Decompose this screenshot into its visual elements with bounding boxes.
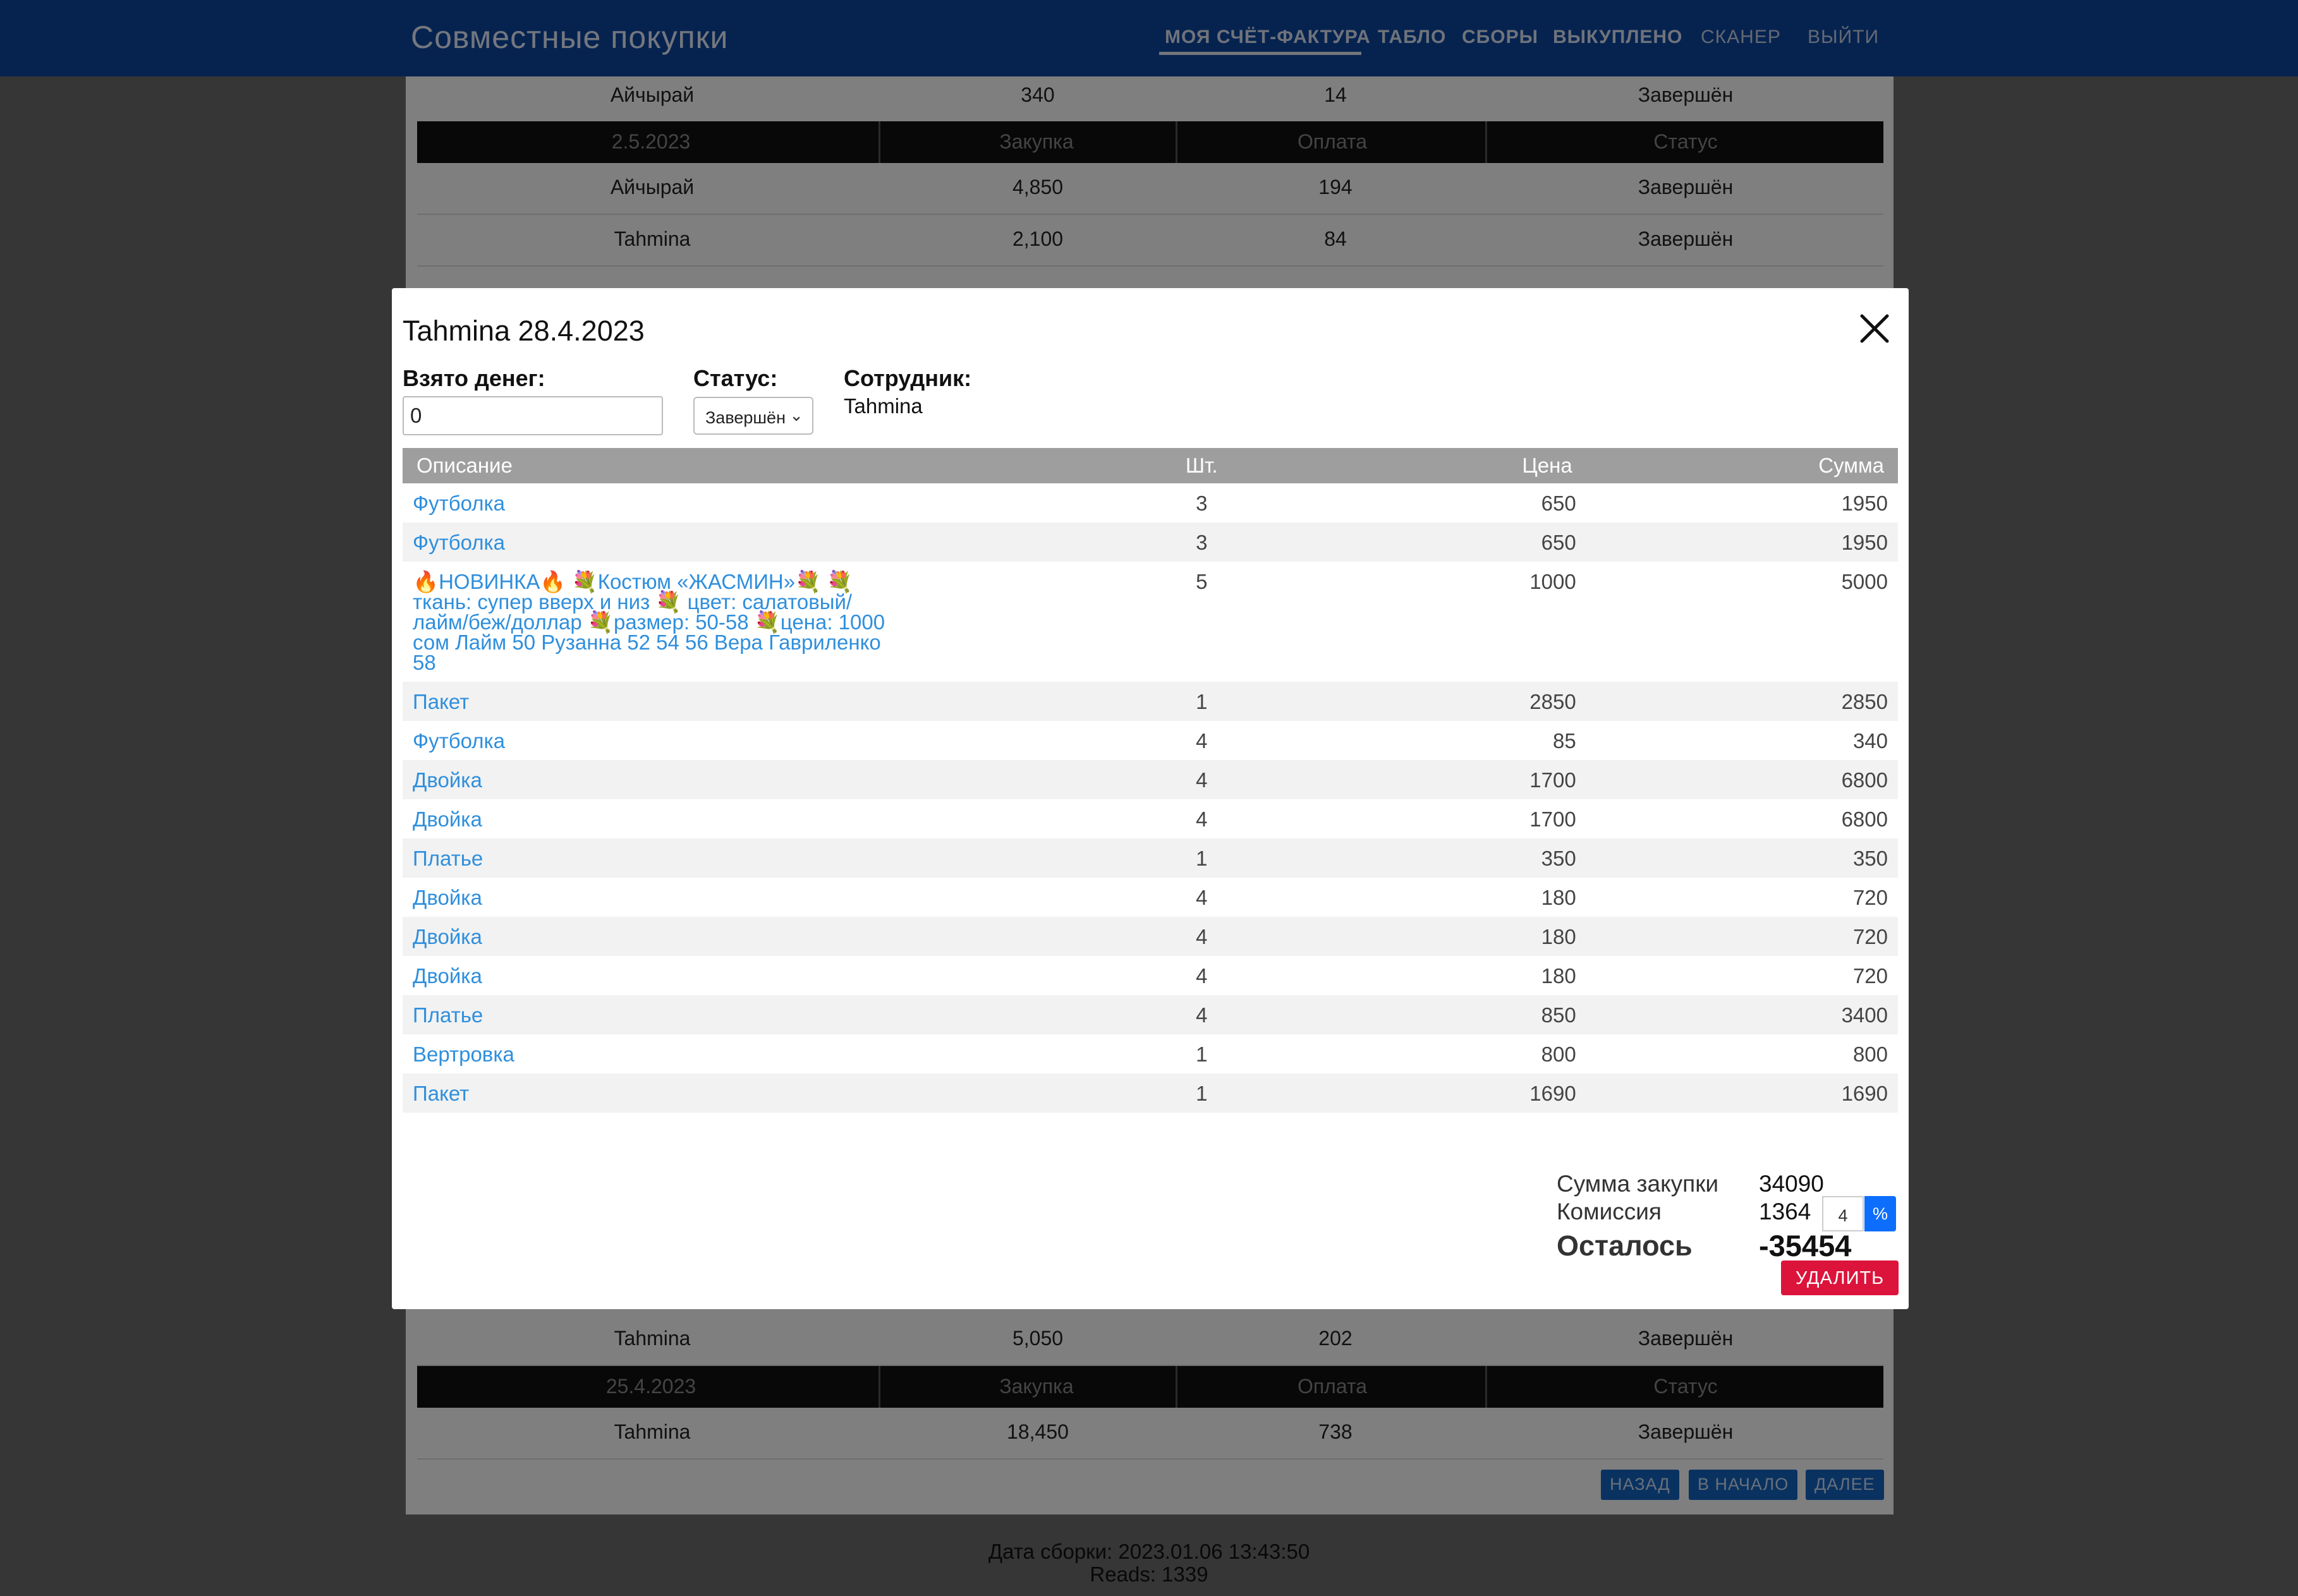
item-qty: 4 — [1196, 1003, 1208, 1027]
item-qty: 4 — [1196, 729, 1208, 753]
item-sum: 1690 — [1841, 1082, 1888, 1105]
item-qty: 4 — [1196, 768, 1208, 792]
status-select[interactable]: Завершён ⌄ — [693, 397, 813, 435]
status-label: Статус: — [693, 365, 778, 391]
purchase-sum-label: Сумма закупки — [1557, 1171, 1719, 1197]
table-row: Футболка 4 85 340 — [403, 721, 1898, 760]
commission-label: Комиссия — [1557, 1199, 1662, 1224]
item-sum: 720 — [1852, 964, 1888, 988]
item-qty: 1 — [1196, 847, 1208, 870]
item-link[interactable]: Вертровка — [403, 1034, 1108, 1073]
table-row: Платье 1 350 350 — [403, 838, 1898, 878]
item-sum: 350 — [1852, 847, 1888, 870]
commission-percent-input[interactable]: 4 — [1822, 1196, 1864, 1231]
item-qty: 3 — [1196, 492, 1208, 515]
item-sum: 5000 — [1841, 570, 1888, 593]
item-qty: 4 — [1196, 925, 1208, 948]
item-price: 180 — [1541, 886, 1576, 909]
item-qty: 1 — [1196, 1043, 1208, 1066]
item-qty: 3 — [1196, 531, 1208, 554]
remaining-value: -35454 — [1759, 1229, 1852, 1262]
commission-value: 1364 — [1759, 1199, 1811, 1224]
employee-name: Tahmina — [844, 394, 923, 418]
item-qty: 4 — [1196, 807, 1208, 831]
item-qty: 4 — [1196, 886, 1208, 909]
item-price: 850 — [1541, 1003, 1576, 1027]
items-table: Описание Шт. Цена Сумма Футболка 3 650 1… — [403, 448, 1898, 1113]
item-sum: 340 — [1852, 729, 1888, 753]
col-price[interactable]: Цена — [1295, 448, 1586, 483]
item-sum: 2850 — [1841, 690, 1888, 713]
item-price: 85 — [1552, 729, 1576, 753]
item-link[interactable]: Двойка — [403, 917, 1108, 956]
col-quantity[interactable]: Шт. — [1108, 448, 1295, 483]
item-qty: 5 — [1196, 570, 1208, 593]
table-row: Двойка 4 180 720 — [403, 956, 1898, 995]
table-row: Двойка 4 180 720 — [403, 878, 1898, 917]
item-sum: 6800 — [1841, 768, 1888, 792]
chevron-down-icon: ⌄ — [789, 406, 803, 425]
item-link[interactable]: Двойка — [403, 760, 1108, 799]
percent-button[interactable]: % — [1864, 1196, 1896, 1231]
table-row: Футболка 3 650 1950 — [403, 523, 1898, 562]
delete-button[interactable]: УДАЛИТЬ — [1781, 1260, 1899, 1295]
employee-label: Сотрудник: — [844, 365, 972, 391]
item-link[interactable]: Двойка — [403, 878, 1108, 917]
item-link[interactable]: Платье — [403, 995, 1108, 1034]
item-sum: 6800 — [1841, 807, 1888, 831]
table-row: Двойка 4 180 720 — [403, 917, 1898, 956]
invoice-modal: Tahmina 28.4.2023 Взято денег: Статус: З… — [392, 288, 1909, 1309]
table-row: Двойка 4 1700 6800 — [403, 760, 1898, 799]
modal-title: Tahmina 28.4.2023 — [403, 315, 645, 347]
item-price: 800 — [1541, 1043, 1576, 1066]
status-select-value: Завершён — [705, 408, 786, 427]
item-price: 2850 — [1529, 690, 1576, 713]
item-link[interactable]: Пакет — [403, 1073, 1108, 1113]
table-row: Двойка 4 1700 6800 — [403, 799, 1898, 838]
item-price: 650 — [1541, 531, 1576, 554]
item-price: 1000 — [1529, 570, 1576, 593]
item-price: 650 — [1541, 492, 1576, 515]
close-icon[interactable] — [1857, 311, 1892, 346]
item-link[interactable]: Пакет — [403, 682, 1108, 721]
money-label: Взято денег: — [403, 365, 545, 391]
table-row: 🔥НОВИНКА🔥 💐Костюм «ЖАСМИН»💐 💐ткань: супе… — [403, 562, 1898, 682]
item-price: 180 — [1541, 925, 1576, 948]
item-price: 350 — [1541, 847, 1576, 870]
item-link[interactable]: Платье — [403, 838, 1108, 878]
item-link[interactable]: Футболка — [403, 483, 1108, 523]
item-link[interactable]: Двойка — [403, 956, 1108, 995]
item-sum: 3400 — [1841, 1003, 1888, 1027]
item-price: 1700 — [1529, 768, 1576, 792]
remaining-label: Осталось — [1557, 1230, 1693, 1262]
item-sum: 1950 — [1841, 531, 1888, 554]
item-link[interactable]: Футболка — [403, 721, 1108, 760]
table-row: Пакет 1 2850 2850 — [403, 682, 1898, 721]
table-row: Платье 4 850 3400 — [403, 995, 1898, 1034]
item-price: 1690 — [1529, 1082, 1576, 1105]
item-sum: 720 — [1852, 925, 1888, 948]
item-link[interactable]: Футболка — [403, 523, 1108, 562]
item-sum: 1950 — [1841, 492, 1888, 515]
item-link[interactable]: 🔥НОВИНКА🔥 💐Костюм «ЖАСМИН»💐 💐ткань: супе… — [403, 562, 1108, 682]
table-row: Футболка 3 650 1950 — [403, 483, 1898, 523]
item-sum: 800 — [1852, 1043, 1888, 1066]
purchase-sum-value: 34090 — [1759, 1171, 1824, 1197]
money-input[interactable] — [403, 396, 663, 435]
item-link[interactable]: Двойка — [403, 799, 1108, 838]
col-description[interactable]: Описание — [403, 448, 1108, 483]
item-qty: 1 — [1196, 690, 1208, 713]
table-row: Пакет 1 1690 1690 — [403, 1073, 1898, 1113]
item-qty: 4 — [1196, 964, 1208, 988]
table-row: Вертровка 1 800 800 — [403, 1034, 1898, 1073]
table-header-row: Описание Шт. Цена Сумма — [403, 448, 1898, 483]
item-qty: 1 — [1196, 1082, 1208, 1105]
item-sum: 720 — [1852, 886, 1888, 909]
col-sum[interactable]: Сумма — [1586, 448, 1898, 483]
item-price: 1700 — [1529, 807, 1576, 831]
item-price: 180 — [1541, 964, 1576, 988]
